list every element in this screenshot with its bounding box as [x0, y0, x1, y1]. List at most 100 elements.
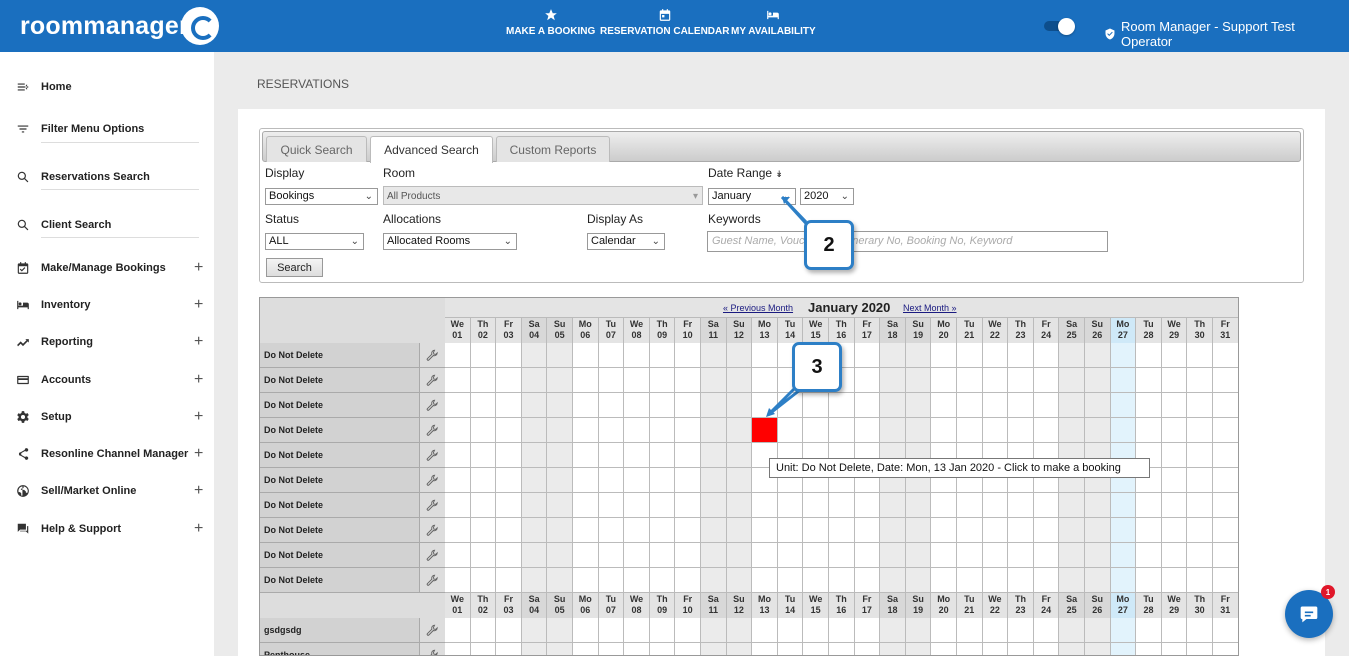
calendar-cell[interactable]: [854, 543, 881, 568]
calendar-cell[interactable]: [803, 643, 829, 655]
calendar-cell[interactable]: [1085, 518, 1111, 543]
calendar-cell[interactable]: [931, 343, 957, 368]
calendar-cell[interactable]: [982, 643, 1009, 655]
calendar-cell[interactable]: [880, 543, 906, 568]
calendar-cell[interactable]: [598, 618, 625, 643]
calendar-cell[interactable]: [445, 418, 471, 443]
calendar-cell[interactable]: [777, 643, 804, 655]
calendar-cell[interactable]: [1213, 393, 1238, 418]
calendar-cell[interactable]: [1059, 368, 1085, 393]
calendar-cell[interactable]: [701, 643, 727, 655]
calendar-cell[interactable]: [957, 618, 983, 643]
calendar-cell[interactable]: [982, 393, 1009, 418]
calendar-cell[interactable]: [726, 543, 753, 568]
calendar-cell[interactable]: [1213, 618, 1238, 643]
calendar-cell[interactable]: [470, 568, 497, 593]
calendar-cell[interactable]: [1136, 643, 1162, 655]
calendar-cell[interactable]: [1136, 393, 1162, 418]
calendar-cell[interactable]: [982, 418, 1009, 443]
calendar-cell[interactable]: [1187, 443, 1213, 468]
sidebar-item-help-support[interactable]: Help & Support +: [0, 518, 214, 540]
calendar-cell[interactable]: [624, 643, 650, 655]
calendar-cell[interactable]: [752, 543, 778, 568]
calendar-cell[interactable]: [880, 568, 906, 593]
calendar-cell[interactable]: [1213, 468, 1238, 493]
calendar-cell[interactable]: [598, 418, 625, 443]
calendar-cell[interactable]: [1085, 368, 1111, 393]
sidebar-item-resonline[interactable]: Resonline Channel Manager +: [0, 443, 214, 465]
calendar-cell[interactable]: [649, 493, 676, 518]
calendar-cell[interactable]: [1059, 343, 1085, 368]
calendar-cell[interactable]: [1110, 343, 1137, 368]
calendar-cell[interactable]: [957, 493, 983, 518]
unit-settings-button[interactable]: [420, 343, 445, 368]
calendar-cell[interactable]: [1136, 368, 1162, 393]
calendar-cell[interactable]: [624, 468, 650, 493]
calendar-cell[interactable]: [905, 368, 932, 393]
calendar-cell[interactable]: [1187, 543, 1213, 568]
calendar-cell[interactable]: [1085, 618, 1111, 643]
calendar-cell[interactable]: [1059, 493, 1085, 518]
sidebar-item-setup[interactable]: Setup +: [0, 406, 214, 428]
calendar-cell[interactable]: [777, 493, 804, 518]
calendar-cell[interactable]: [1008, 343, 1034, 368]
calendar-cell[interactable]: [1059, 518, 1085, 543]
unit-settings-button[interactable]: [420, 418, 445, 443]
calendar-cell[interactable]: [982, 368, 1009, 393]
calendar-cell[interactable]: [521, 368, 548, 393]
calendar-cell[interactable]: [701, 618, 727, 643]
calendar-cell[interactable]: [880, 368, 906, 393]
calendar-cell[interactable]: [982, 618, 1009, 643]
calendar-cell[interactable]: [1008, 418, 1034, 443]
calendar-cell[interactable]: [1187, 418, 1213, 443]
unit-settings-button[interactable]: [420, 493, 445, 518]
calendar-cell[interactable]: [880, 643, 906, 655]
calendar-cell[interactable]: [701, 368, 727, 393]
calendar-cell[interactable]: [598, 443, 625, 468]
calendar-cell[interactable]: [1110, 393, 1137, 418]
calendar-cell[interactable]: [726, 368, 753, 393]
calendar-cell[interactable]: [905, 493, 932, 518]
calendar-cell[interactable]: [445, 443, 471, 468]
sidebar-item-filter-menu[interactable]: Filter Menu Options: [0, 118, 214, 140]
logo[interactable]: roommanager: [20, 12, 189, 41]
calendar-cell[interactable]: [957, 368, 983, 393]
calendar-cell[interactable]: [1033, 393, 1060, 418]
calendar-cell[interactable]: [931, 543, 957, 568]
calendar-cell[interactable]: [573, 568, 599, 593]
calendar-cell[interactable]: [649, 443, 676, 468]
calendar-cell[interactable]: [1213, 493, 1238, 518]
calendar-cell[interactable]: [573, 443, 599, 468]
calendar-cell[interactable]: [1059, 543, 1085, 568]
calendar-cell[interactable]: [854, 393, 881, 418]
calendar-cell[interactable]: [1187, 568, 1213, 593]
sidebar-item-inventory[interactable]: Inventory +: [0, 294, 214, 316]
calendar-cell[interactable]: [496, 468, 522, 493]
calendar-cell[interactable]: [777, 518, 804, 543]
calendar-cell[interactable]: [1213, 518, 1238, 543]
calendar-cell[interactable]: [598, 493, 625, 518]
calendar-cell[interactable]: [1187, 643, 1213, 655]
calendar-cell[interactable]: [1213, 568, 1238, 593]
calendar-cell[interactable]: [1033, 343, 1060, 368]
calendar-cell[interactable]: [521, 468, 548, 493]
calendar-cell[interactable]: [573, 368, 599, 393]
calendar-cell[interactable]: [496, 393, 522, 418]
calendar-cell[interactable]: [803, 618, 829, 643]
calendar-cell[interactable]: [470, 493, 497, 518]
calendar-cell[interactable]: [649, 368, 676, 393]
calendar-cell[interactable]: [1161, 418, 1188, 443]
calendar-cell[interactable]: [803, 543, 829, 568]
calendar-cell[interactable]: [726, 393, 753, 418]
calendar-cell[interactable]: [854, 643, 881, 655]
keywords-input[interactable]: Guest Name, Voucher No, Itinerary No, Bo…: [707, 231, 1108, 252]
calendar-cell[interactable]: [1161, 443, 1188, 468]
calendar-cell[interactable]: [1008, 543, 1034, 568]
calendar-cell[interactable]: [1187, 343, 1213, 368]
calendar-cell[interactable]: [957, 393, 983, 418]
calendar-cell[interactable]: [649, 393, 676, 418]
calendar-cell[interactable]: [1085, 543, 1111, 568]
calendar-cell[interactable]: [624, 368, 650, 393]
calendar-cell[interactable]: [496, 568, 522, 593]
calendar-cell[interactable]: [598, 343, 625, 368]
